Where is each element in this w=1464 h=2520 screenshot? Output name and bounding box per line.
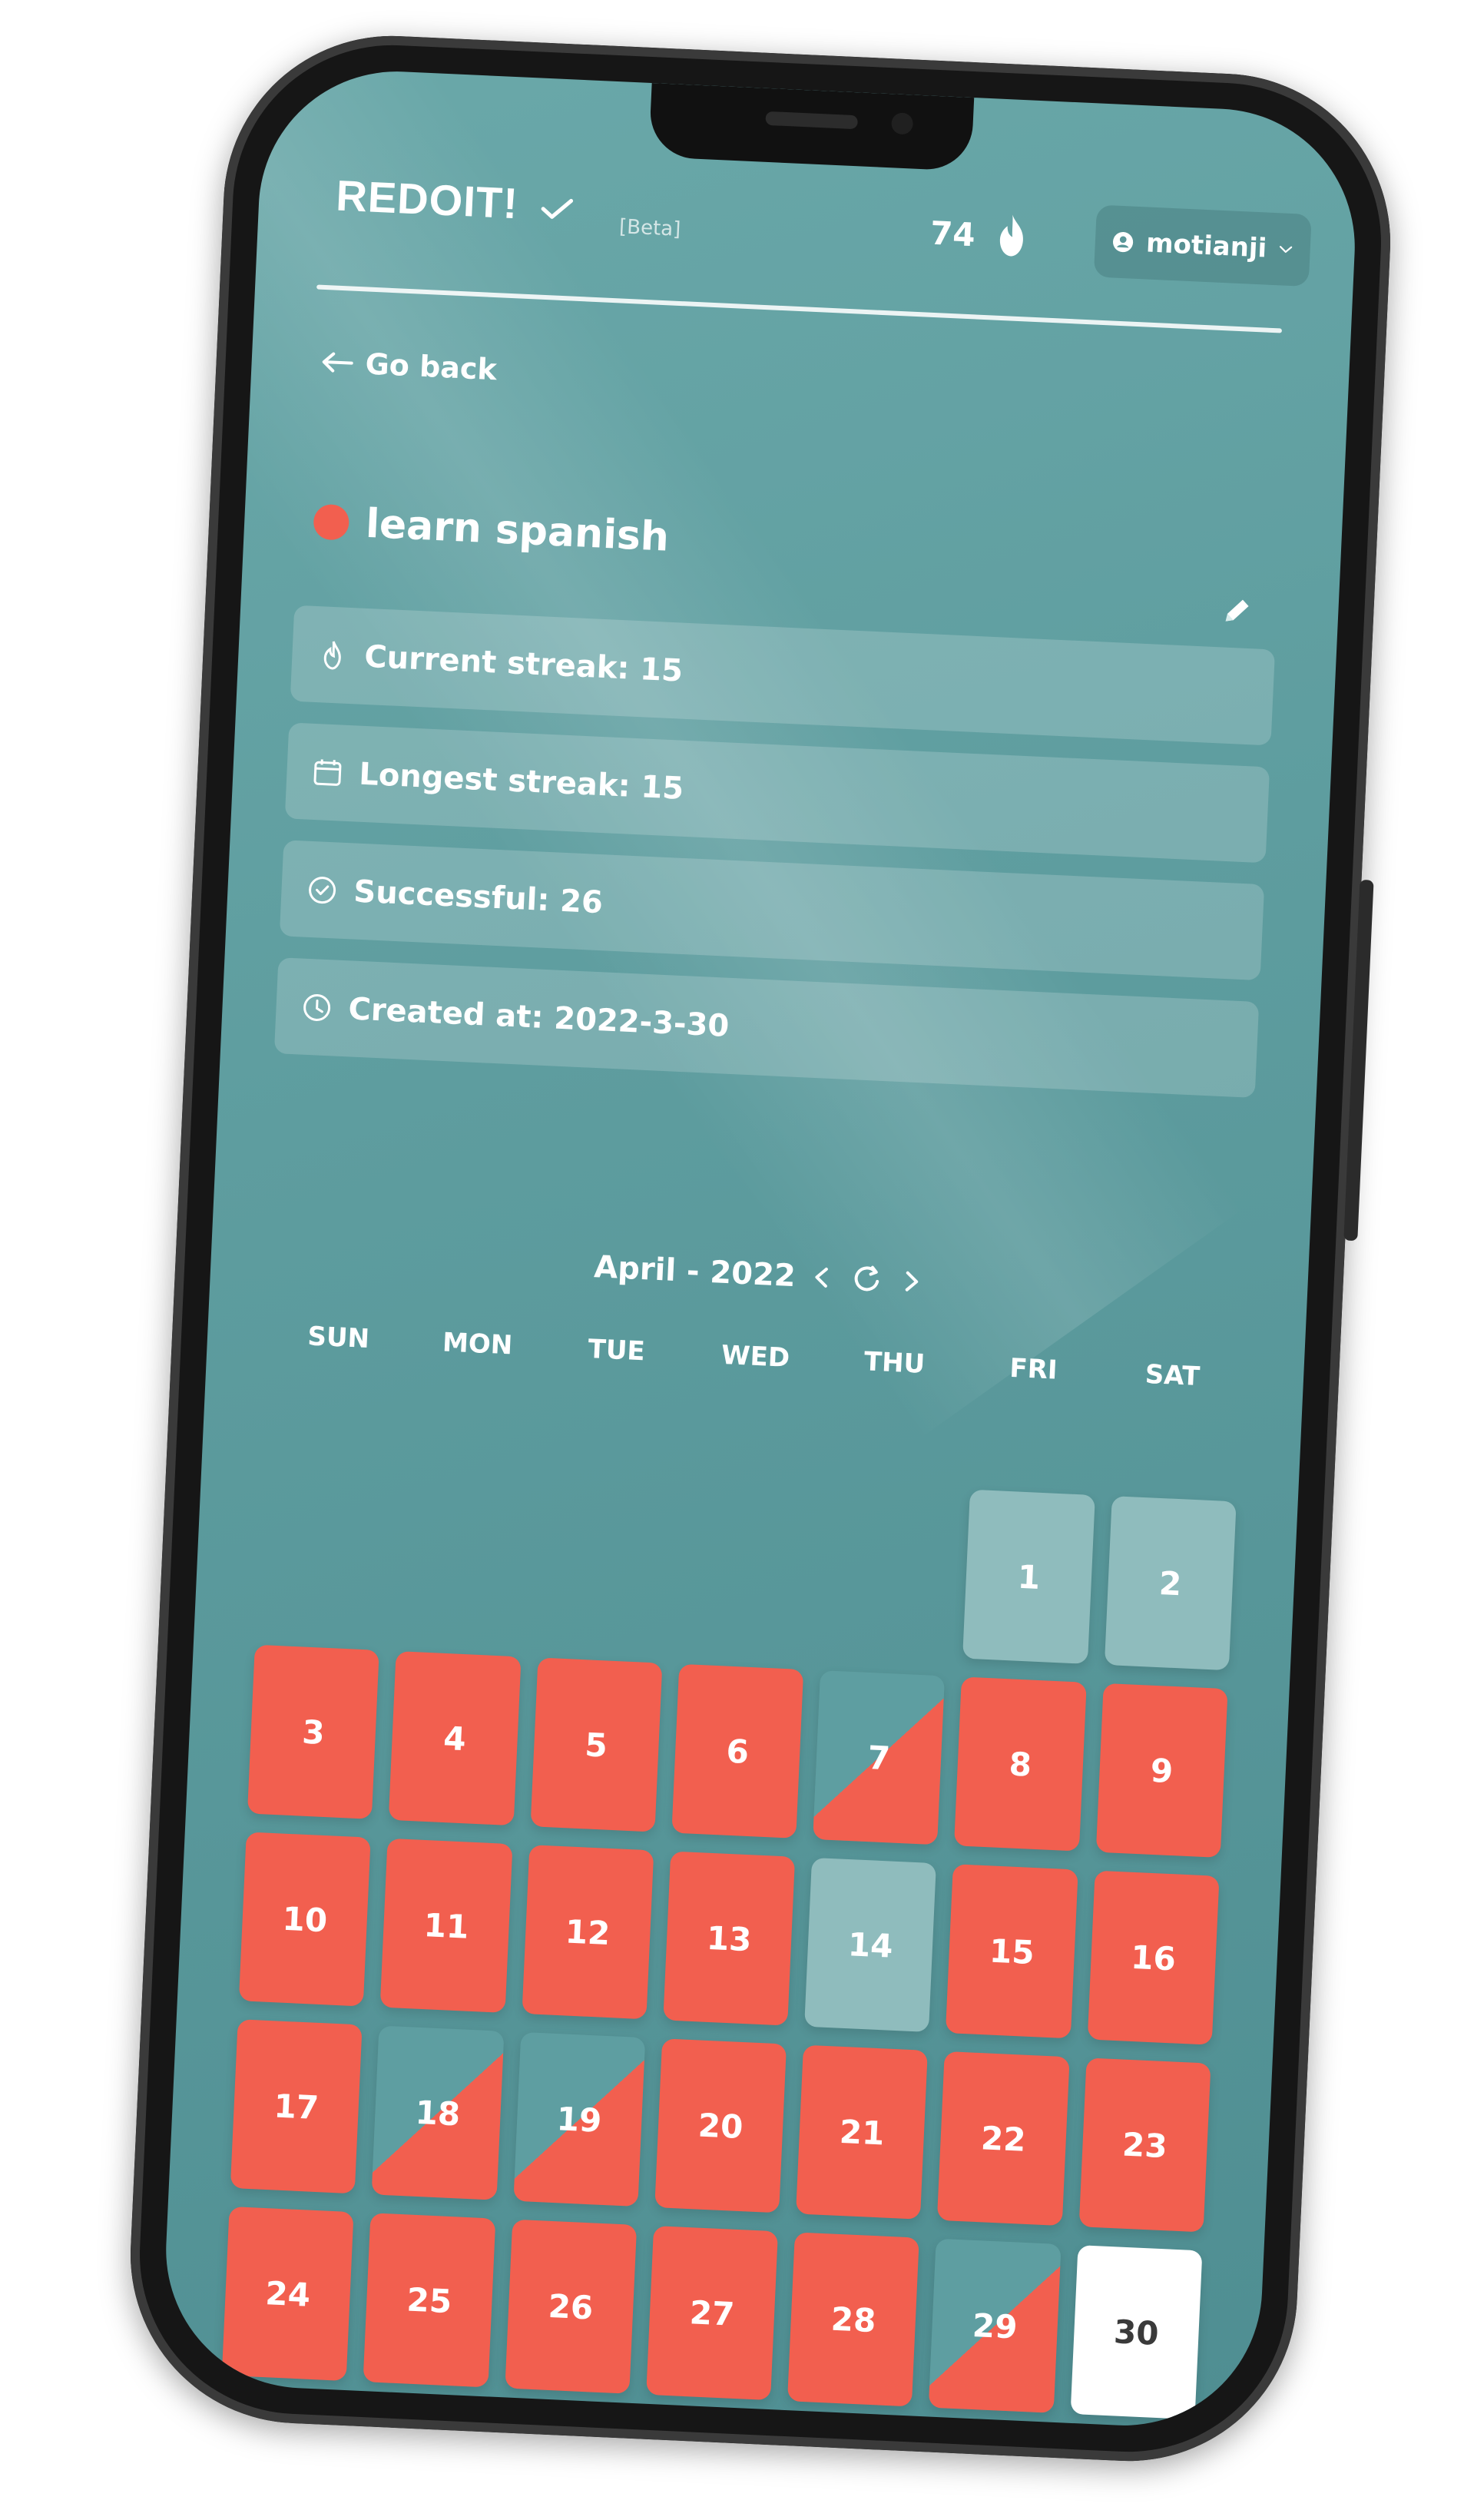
chevron-right-icon[interactable] [898, 1268, 926, 1295]
phone-screen: REDOIT! [Beta] 74 motianji Go back learn… [160, 65, 1361, 2432]
calendar-day[interactable]: 23 [1078, 2057, 1211, 2233]
calendar-day[interactable]: 18 [371, 2025, 504, 2200]
calendar-day[interactable]: 13 [663, 1851, 796, 2026]
go-back-label: Go back [364, 346, 498, 387]
habit-color-dot [313, 503, 350, 541]
weekday-label: WED [720, 1339, 790, 1374]
phone-device: REDOIT! [Beta] 74 motianji Go back learn… [123, 28, 1398, 2469]
calendar-day[interactable]: 4 [389, 1651, 522, 1826]
calendar-day[interactable]: 28 [787, 2232, 920, 2407]
calendar-day[interactable]: 14 [804, 1857, 937, 2033]
calendar-day[interactable]: 6 [671, 1663, 804, 1839]
calendar-day[interactable]: 22 [937, 2051, 1070, 2227]
weekday-label: MON [442, 1327, 514, 1361]
speaker-grille [765, 111, 859, 130]
habit-title-row: learn spanish [313, 499, 670, 561]
chevron-left-icon[interactable] [809, 1264, 836, 1292]
badge-check-icon [309, 876, 336, 904]
front-camera [890, 112, 914, 135]
empty-calendar-slot [397, 1464, 529, 1638]
edit-icon[interactable] [1219, 593, 1254, 628]
empty-calendar-slot [256, 1457, 388, 1632]
calendar-day[interactable]: 9 [1095, 1683, 1228, 1858]
current-streak-text: Current streak: 15 [363, 638, 684, 689]
calendar-day[interactable]: 29 [929, 2238, 1062, 2413]
phone-side-button [1343, 879, 1374, 1242]
check-icon [541, 198, 573, 219]
empty-calendar-slot [821, 1483, 953, 1657]
calendar-icon [313, 758, 342, 786]
current-streak-icon [323, 641, 341, 669]
successful-text: Successful: 26 [353, 874, 604, 920]
month-navigation: April - 2022 [210, 1232, 1308, 1318]
weekday-header: SUN MON TUE WED THU FRI SAT [268, 1319, 1243, 1394]
created-at-stat: Created at: 2022-3-30 [273, 957, 1260, 1098]
calendar-day[interactable]: 2 [1104, 1496, 1237, 1671]
arrow-left-icon [322, 352, 353, 373]
clock-icon [303, 993, 331, 1021]
calendar-day[interactable]: 11 [379, 1838, 513, 2013]
weekday-label: SAT [1144, 1358, 1201, 1393]
calendar-day[interactable]: 15 [946, 1864, 1078, 2039]
month-label: April - 2022 [593, 1249, 797, 1295]
calendar-day[interactable]: 20 [654, 2038, 787, 2213]
weekday-label: TUE [587, 1333, 646, 1368]
habit-title: learn spanish [364, 500, 671, 561]
current-streak-stat: Current streak: 15 [290, 605, 1276, 746]
calendar-day[interactable]: 17 [230, 2019, 363, 2194]
calendar-day[interactable]: 5 [530, 1657, 663, 1832]
calendar-day[interactable]: 27 [646, 2226, 779, 2401]
successful-stat: Successful: 26 [279, 840, 1265, 981]
habit-calendar: 1 2 3 4 5 6 7 8 9 10 11 12 13 14 15 16 1… [221, 1457, 1237, 2420]
calendar-day[interactable]: 24 [221, 2206, 354, 2382]
beta-label: [Beta] [618, 215, 681, 241]
calendar-day[interactable]: 10 [238, 1832, 371, 2007]
username-label: motianji [1145, 227, 1268, 264]
weekday-label: FRI [1009, 1352, 1058, 1386]
empty-calendar-slot [538, 1471, 671, 1645]
refresh-icon[interactable] [849, 1261, 886, 1298]
calendar-day-today[interactable]: 30 [1070, 2245, 1203, 2420]
calendar-day[interactable]: 12 [522, 1845, 654, 2020]
habit-stats: Current streak: 15 Longest streak: 15 Su… [273, 605, 1276, 1098]
chevron-down-icon [1280, 246, 1293, 254]
brand-name: REDOIT! [335, 171, 520, 228]
calendar-day[interactable]: 21 [796, 2044, 929, 2220]
calendar-day[interactable]: 19 [512, 2031, 646, 2207]
calendar-day[interactable]: 26 [504, 2219, 638, 2394]
user-menu-button[interactable]: motianji [1093, 204, 1312, 287]
app-header: REDOIT! [Beta] 74 motianji [257, 134, 1358, 307]
weekday-label: THU [863, 1346, 926, 1380]
longest-streak-text: Longest streak: 15 [358, 756, 685, 807]
weekday-label: SUN [306, 1321, 370, 1355]
calendar-day[interactable]: 1 [962, 1489, 1095, 1664]
user-avatar-icon [1112, 231, 1134, 253]
score-count: 74 [929, 214, 976, 254]
brand-logo[interactable]: REDOIT! [335, 171, 575, 231]
empty-calendar-slot [680, 1477, 812, 1651]
flame-icon [999, 214, 1023, 257]
calendar-day[interactable]: 8 [954, 1676, 1087, 1852]
longest-streak-stat: Longest streak: 15 [284, 722, 1270, 864]
calendar-day[interactable]: 3 [247, 1644, 380, 1819]
created-at-text: Created at: 2022-3-30 [347, 990, 730, 1044]
calendar-day[interactable]: 25 [363, 2213, 495, 2388]
go-back-link[interactable]: Go back [320, 345, 498, 386]
screenshot-stage: REDOIT! [Beta] 74 motianji Go back learn… [0, 0, 1464, 2520]
calendar-day[interactable]: 7 [813, 1670, 946, 1845]
calendar-day[interactable]: 16 [1087, 1870, 1220, 2045]
